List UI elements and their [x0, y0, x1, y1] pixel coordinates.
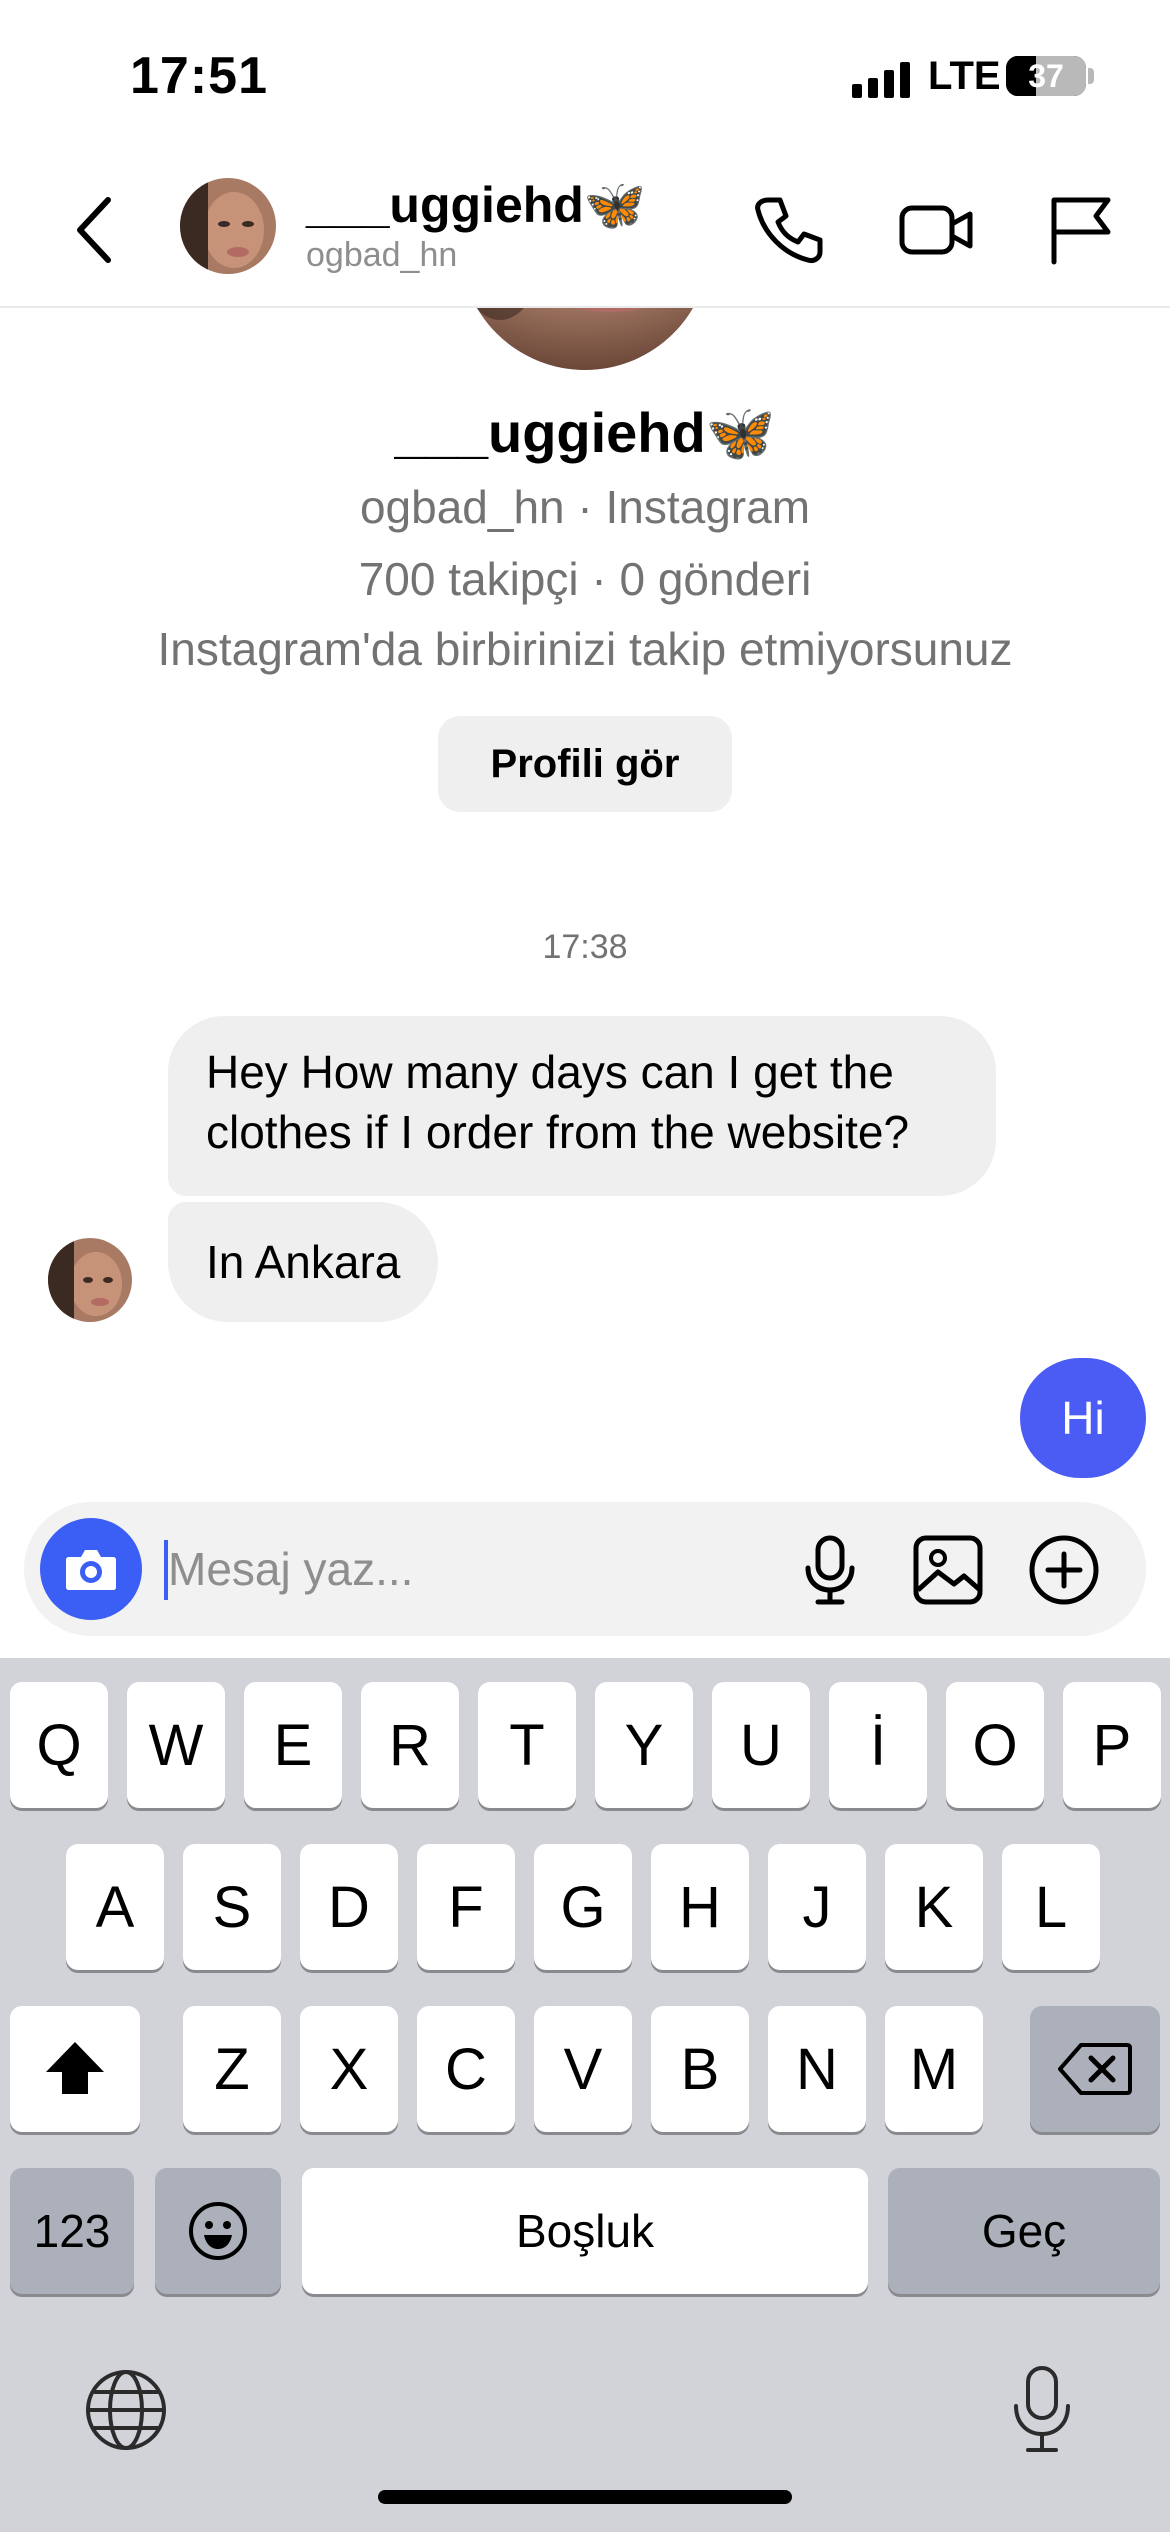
- key[interactable]: L: [1002, 1844, 1100, 1970]
- phone-icon[interactable]: [748, 190, 828, 270]
- shift-key[interactable]: [10, 2006, 140, 2132]
- chat-header: ___uggiehd🦋 ogbad_hn: [0, 150, 1170, 308]
- key[interactable]: Z: [183, 2006, 281, 2132]
- profile-stats: 700 takipçi · 0 gönderi: [358, 553, 812, 605]
- header-avatar[interactable]: [180, 178, 276, 274]
- key[interactable]: W: [127, 1682, 225, 1808]
- message-input[interactable]: [168, 1532, 788, 1606]
- profile-handle: ogbad_hn · Instagram: [359, 481, 811, 533]
- header-username: ogbad_hn: [306, 236, 458, 274]
- back-chevron-icon[interactable]: [66, 190, 126, 270]
- keyboard: Q W E R T Y U İ O P A S D F G H J K L Z …: [0, 1658, 1170, 2532]
- key[interactable]: U: [712, 1682, 810, 1808]
- dictation-mic-icon[interactable]: [1004, 2362, 1080, 2458]
- key[interactable]: N: [768, 2006, 866, 2132]
- key[interactable]: T: [478, 1682, 576, 1808]
- key[interactable]: G: [534, 1844, 632, 1970]
- key[interactable]: R: [361, 1682, 459, 1808]
- key[interactable]: B: [651, 2006, 749, 2132]
- backspace-key[interactable]: [1030, 2006, 1160, 2132]
- emoji-key[interactable]: [155, 2168, 281, 2294]
- header-name[interactable]: ___uggiehd🦋: [306, 176, 646, 235]
- message-composer: [24, 1502, 1146, 1636]
- key[interactable]: E: [244, 1682, 342, 1808]
- key[interactable]: Q: [10, 1682, 108, 1808]
- camera-icon[interactable]: [40, 1518, 142, 1620]
- profile-name: ___uggiehd🦋: [394, 401, 776, 464]
- message-timestamp: 17:38: [542, 928, 628, 966]
- plus-circle-icon[interactable]: [1024, 1530, 1104, 1610]
- key[interactable]: K: [885, 1844, 983, 1970]
- microphone-icon[interactable]: [790, 1530, 870, 1610]
- key[interactable]: Y: [595, 1682, 693, 1808]
- follow-status-note: Instagram'da birbirinizi takip etmiyorsu…: [157, 623, 1013, 675]
- key[interactable]: J: [768, 1844, 866, 1970]
- video-camera-icon[interactable]: [896, 190, 976, 270]
- globe-icon[interactable]: [84, 2368, 168, 2452]
- view-profile-button[interactable]: Profili gör: [438, 716, 732, 812]
- flag-icon[interactable]: [1040, 190, 1120, 270]
- incoming-message[interactable]: In Ankara: [168, 1202, 439, 1322]
- space-key[interactable]: Boşluk: [302, 2168, 868, 2294]
- key[interactable]: A: [66, 1844, 164, 1970]
- key[interactable]: F: [417, 1844, 515, 1970]
- outgoing-message[interactable]: Hi: [1020, 1358, 1146, 1478]
- numbers-key[interactable]: 123: [10, 2168, 134, 2294]
- battery-icon: 37: [1006, 56, 1086, 96]
- key[interactable]: M: [885, 2006, 983, 2132]
- battery-percent: 37: [1028, 57, 1064, 94]
- key[interactable]: X: [300, 2006, 398, 2132]
- key[interactable]: O: [946, 1682, 1044, 1808]
- return-key[interactable]: Geç: [888, 2168, 1160, 2294]
- battery-tip: [1088, 68, 1094, 84]
- status-time: 17:51: [130, 47, 268, 105]
- key[interactable]: H: [651, 1844, 749, 1970]
- sender-avatar[interactable]: [48, 1238, 132, 1322]
- shift-icon: [46, 2042, 104, 2094]
- image-icon[interactable]: [908, 1530, 988, 1610]
- network-type: LTE: [928, 54, 1001, 98]
- key[interactable]: C: [417, 2006, 515, 2132]
- key[interactable]: S: [183, 1844, 281, 1970]
- key[interactable]: P: [1063, 1682, 1161, 1808]
- home-indicator[interactable]: [378, 2490, 792, 2504]
- emoji-icon: [189, 2202, 247, 2260]
- key[interactable]: İ: [829, 1682, 927, 1808]
- key[interactable]: D: [300, 1844, 398, 1970]
- incoming-message[interactable]: Hey How many days can I get the clothes …: [168, 1016, 996, 1196]
- backspace-icon: [1058, 2043, 1132, 2095]
- key[interactable]: V: [534, 2006, 632, 2132]
- cellular-signal-icon: [852, 60, 910, 98]
